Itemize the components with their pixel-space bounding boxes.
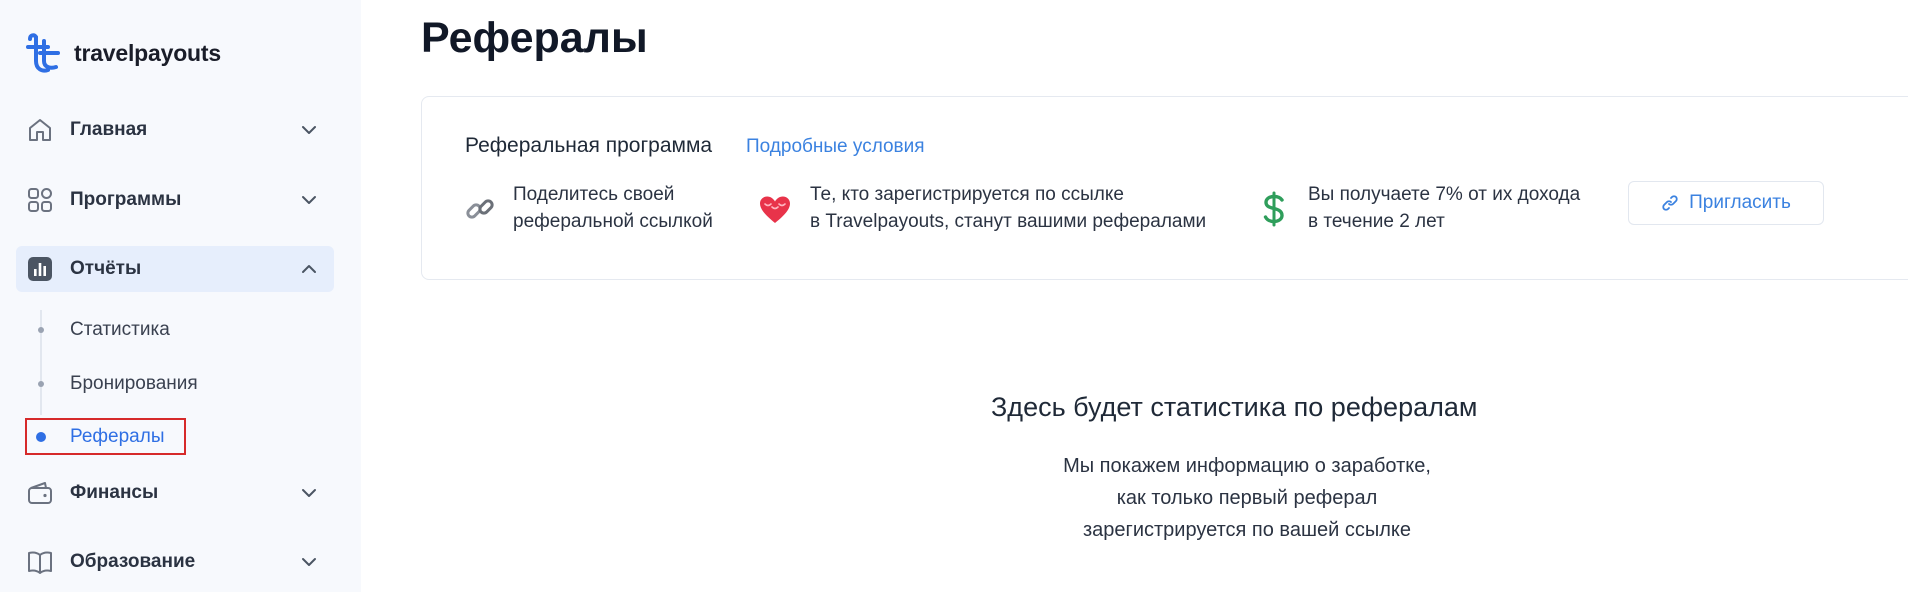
link-icon bbox=[1662, 195, 1678, 211]
sidebar-item-label: Главная bbox=[70, 119, 148, 140]
feature-text-line2: реферальной ссылкой bbox=[513, 211, 713, 232]
feature-text-line2: в Travelpayouts, станут вашими рефералам… bbox=[810, 211, 1207, 232]
logo[interactable]: travelpayouts bbox=[26, 31, 221, 75]
sidebar-item-label: Образование bbox=[70, 551, 196, 572]
invite-button-label: Пригласить bbox=[1689, 192, 1791, 213]
chevron-down-icon bbox=[302, 558, 316, 566]
sidebar-item-home[interactable]: Главная bbox=[16, 107, 334, 153]
feature-text-line1: Вы получаете 7% от их дохода bbox=[1308, 184, 1581, 205]
sidebar-subitem-label: Статистика bbox=[70, 319, 170, 340]
bar-chart-icon bbox=[28, 257, 52, 281]
empty-state-line: зарегистрируется по вашей ссылке bbox=[1083, 519, 1411, 541]
chevron-down-icon bbox=[302, 489, 316, 497]
wallet-icon bbox=[28, 482, 52, 504]
sidebar-item-education[interactable]: Образование bbox=[16, 539, 334, 585]
chevron-up-icon bbox=[302, 265, 316, 273]
chevron-down-icon bbox=[302, 126, 316, 134]
empty-state-line: как только первый реферал bbox=[1116, 487, 1378, 509]
book-icon bbox=[28, 551, 52, 574]
empty-state-line: Мы покажем информацию о заработке, bbox=[1063, 455, 1431, 477]
empty-state-description: Мы покажем информацию о заработке, как т… bbox=[1039, 450, 1455, 546]
selection-highlight bbox=[25, 418, 186, 455]
feature-text-line1: Те, кто зарегистрируется по ссылке bbox=[810, 184, 1124, 205]
brand-name: travelpayouts bbox=[74, 39, 221, 66]
dollar-icon bbox=[1263, 191, 1284, 227]
page-title: Рефералы bbox=[421, 14, 648, 62]
bullet-icon bbox=[38, 381, 44, 387]
grid-icon bbox=[28, 188, 52, 212]
sidebar-item-reports[interactable]: Отчёты bbox=[16, 246, 334, 292]
chevron-down-icon bbox=[302, 196, 316, 204]
travelpayouts-logo-icon bbox=[26, 33, 60, 73]
sidebar-subitem-label: Бронирования bbox=[70, 373, 198, 394]
heart-icon bbox=[760, 196, 790, 223]
feature-text-line1: Поделитесь своей bbox=[513, 184, 675, 205]
invite-button[interactable]: Пригласить bbox=[1628, 181, 1824, 225]
sidebar-item-label: Финансы bbox=[70, 482, 159, 503]
bullet-icon bbox=[38, 327, 44, 333]
home-icon bbox=[29, 119, 51, 141]
sidebar-item-programs[interactable]: Программы bbox=[16, 177, 334, 223]
empty-state-title: Здесь будет статистика по рефералам bbox=[991, 392, 1478, 422]
sidebar-subitem-statistics[interactable]: Статистика bbox=[16, 312, 316, 348]
link-icon bbox=[466, 199, 494, 219]
sidebar-item-label: Программы bbox=[70, 189, 182, 210]
referral-program-card: Реферальная программа Подробные условия … bbox=[421, 96, 1908, 280]
sidebar: travelpayouts Главная Программы Отчёты С… bbox=[0, 0, 361, 592]
sidebar-item-finance[interactable]: Финансы bbox=[16, 470, 334, 516]
feature-text-line2: в течение 2 лет bbox=[1308, 211, 1445, 232]
sidebar-item-label: Отчёты bbox=[70, 258, 142, 279]
card-title: Реферальная программа bbox=[465, 134, 713, 157]
details-link[interactable]: Подробные условия bbox=[746, 136, 925, 158]
sidebar-subitem-bookings[interactable]: Бронирования bbox=[16, 366, 316, 402]
